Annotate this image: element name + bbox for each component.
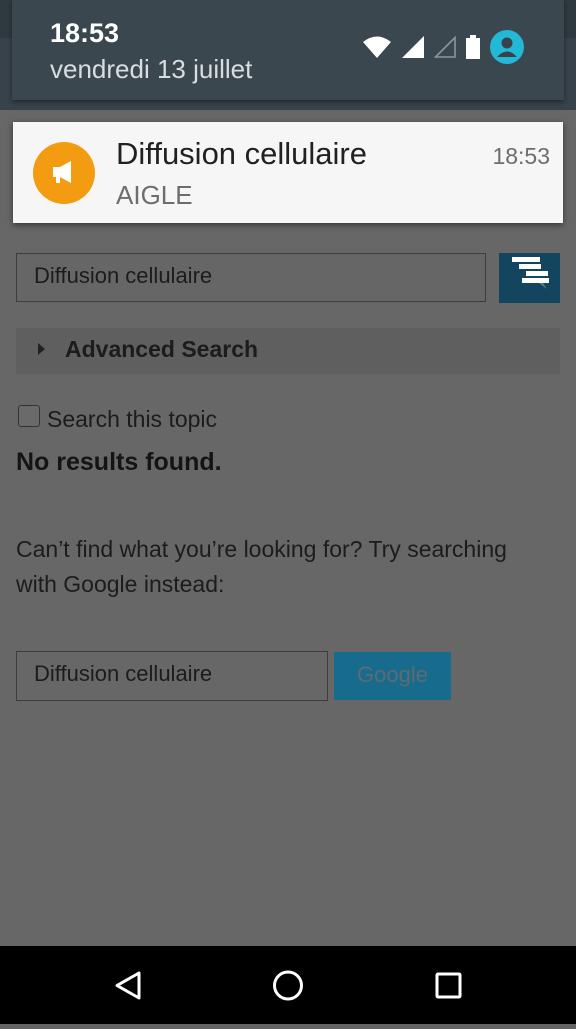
status-date: vendredi 13 juillet <box>50 54 253 84</box>
search-icon <box>512 257 549 289</box>
back-button[interactable] <box>88 946 168 1024</box>
notification-card[interactable]: Diffusion cellulaire AIGLE 18:53 <box>13 122 563 223</box>
notification-subtitle: AIGLE <box>116 180 193 210</box>
notification-shade-header: 18:53 vendredi 13 juillet <box>0 0 576 110</box>
expand-arrow-icon <box>38 343 45 355</box>
battery-icon <box>466 35 480 59</box>
signal-icon <box>402 36 424 58</box>
search-button[interactable] <box>499 253 560 303</box>
status-icons <box>362 30 524 64</box>
search-topic-label: Search this topic <box>47 406 218 432</box>
home-button[interactable] <box>248 946 328 1024</box>
quick-settings-header[interactable]: 18:53 vendredi 13 juillet <box>12 0 564 100</box>
notification-time: 18:53 <box>492 143 550 169</box>
search-topic-checkbox[interactable] <box>18 405 40 427</box>
google-search-input[interactable]: Diffusion cellulaire <box>16 651 328 701</box>
megaphone-icon <box>33 142 95 204</box>
account-icon[interactable] <box>490 30 524 64</box>
search-input[interactable]: Diffusion cellulaire <box>16 253 486 302</box>
back-icon <box>115 971 141 1000</box>
navigation-bar <box>0 946 576 1024</box>
no-results-message: No results found. <box>16 448 222 476</box>
wifi-icon <box>363 36 391 58</box>
signal-empty-icon <box>434 36 456 58</box>
recents-button[interactable] <box>408 946 488 1024</box>
google-search-button[interactable]: Google <box>334 652 451 700</box>
recents-icon <box>435 972 462 999</box>
advanced-search-label: Advanced Search <box>65 336 259 362</box>
google-prompt: Can’t find what you’re looking for? Try … <box>16 536 507 597</box>
advanced-search-toggle[interactable]: Advanced Search <box>16 328 560 374</box>
notification-title: Diffusion cellulaire <box>116 136 367 171</box>
home-icon <box>273 970 303 1001</box>
status-clock: 18:53 <box>50 18 120 48</box>
